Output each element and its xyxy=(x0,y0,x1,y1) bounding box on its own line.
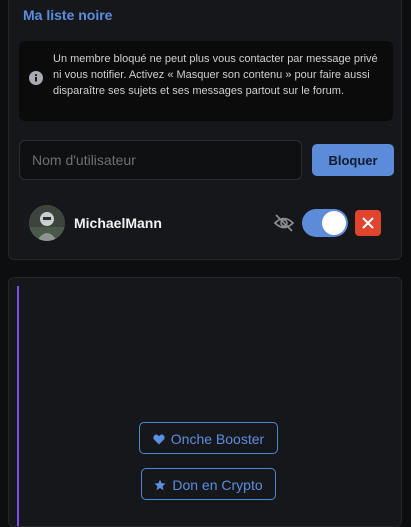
avatar xyxy=(29,205,65,241)
remove-user-button[interactable] xyxy=(355,210,381,236)
crypto-donation-button[interactable]: Don en Crypto xyxy=(141,468,276,500)
toggle-knob xyxy=(322,211,346,235)
blocked-username: MichaelMann xyxy=(74,215,162,231)
block-button[interactable]: Bloquer xyxy=(312,144,394,176)
info-text: Un membre bloqué ne peut plus vous conta… xyxy=(53,53,378,97)
card-title: Ma liste noire xyxy=(23,7,113,23)
heart-icon xyxy=(153,434,165,445)
onche-booster-button[interactable]: Onche Booster xyxy=(139,422,278,454)
info-icon xyxy=(29,71,43,85)
crypto-label: Don en Crypto xyxy=(172,477,263,493)
hide-content-toggle[interactable] xyxy=(302,209,348,237)
username-input[interactable] xyxy=(19,140,302,180)
blocked-user-row: MichaelMann xyxy=(29,205,389,245)
booster-label: Onche Booster xyxy=(170,431,265,447)
eye-off-icon xyxy=(273,214,295,232)
blacklist-card: Ma liste noire Un membre bloqué ne peut … xyxy=(8,0,402,260)
close-icon xyxy=(362,217,374,229)
accent-line xyxy=(17,286,19,526)
star-icon xyxy=(154,479,166,491)
info-box: Un membre bloqué ne peut plus vous conta… xyxy=(19,41,393,121)
sidebar-card: Onche Booster Don en Crypto xyxy=(8,277,402,527)
